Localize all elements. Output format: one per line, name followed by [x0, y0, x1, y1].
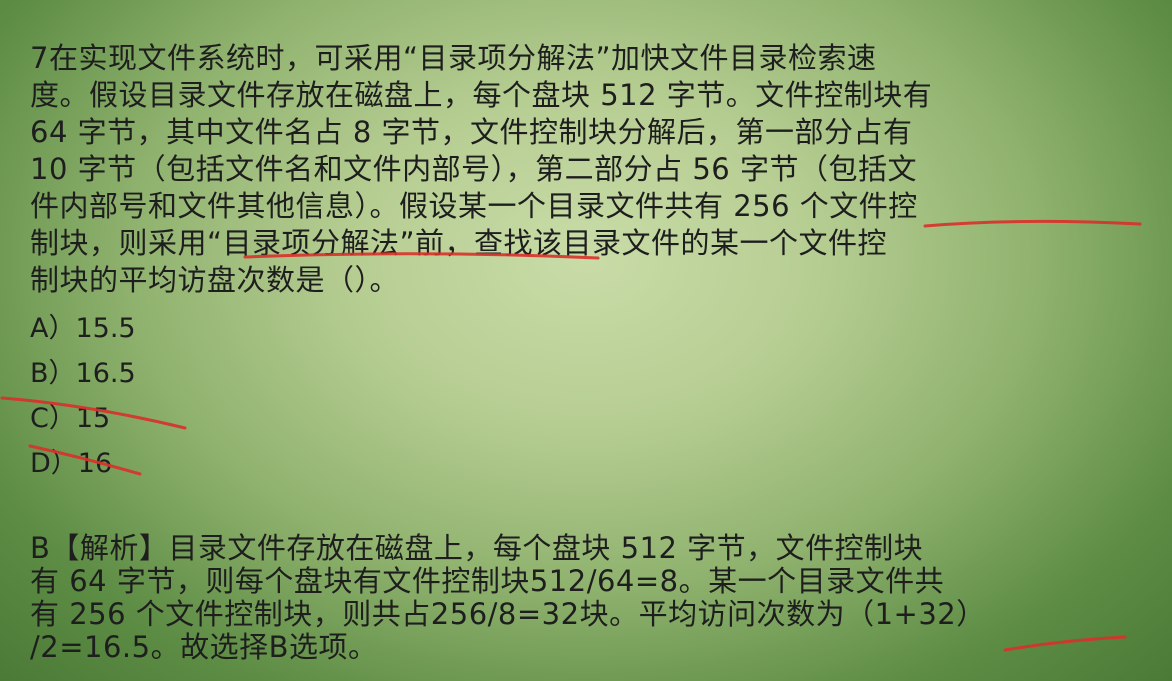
options-list: A）15.5 B）16.5 C）15 D）16 [30, 306, 136, 486]
option-c: C）15 [30, 403, 111, 434]
slide: 7在实现文件系统时，可采用“目录项分解法”加快文件目录检索速 度。假设目录文件存… [0, 0, 1172, 681]
option-d: D）16 [30, 448, 113, 479]
answer-explanation: B【解析】目录文件存放在磁盘上，每个盘块 512 字节，文件控制块 有 64 字… [30, 531, 986, 664]
question-text: 7在实现文件系统时，可采用“目录项分解法”加快文件目录检索速 度。假设目录文件存… [30, 41, 933, 297]
option-a: A）15.5 [30, 313, 136, 344]
option-b: B）16.5 [30, 358, 136, 389]
